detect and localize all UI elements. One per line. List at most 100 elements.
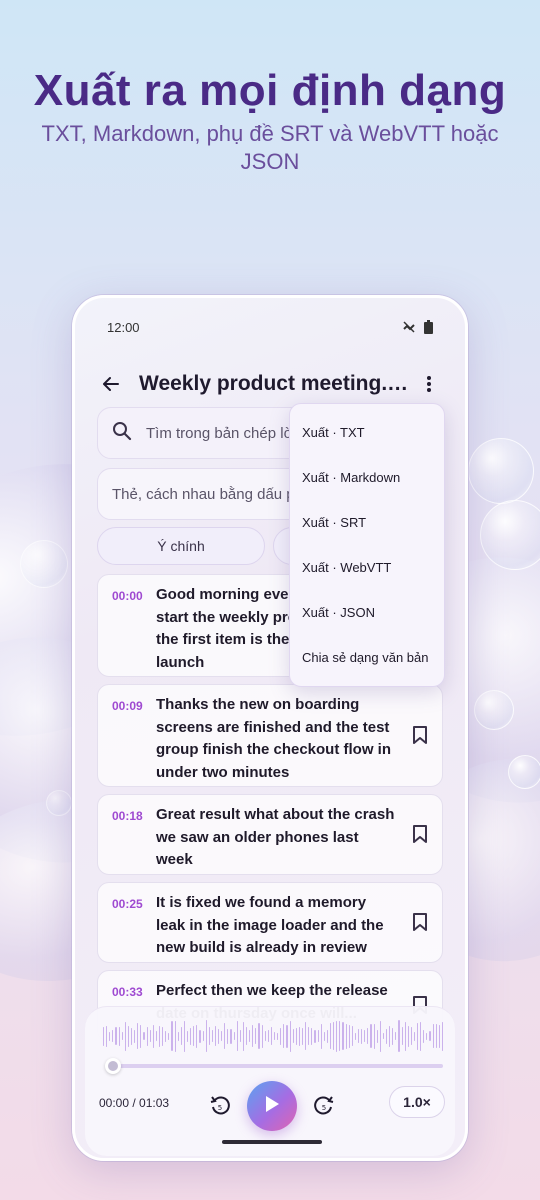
list-item[interactable]: 00:25 It is fixed we found a memory leak…: [97, 882, 443, 963]
home-indicator: [222, 1140, 322, 1144]
waveform-bar: [199, 1029, 201, 1043]
waveform-bar: [308, 1027, 310, 1045]
waveform-bar: [351, 1026, 353, 1046]
segment-timestamp[interactable]: 00:25: [112, 897, 143, 911]
waveform-bar: [283, 1024, 285, 1048]
waveform-bar: [385, 1028, 388, 1044]
chip-key-points[interactable]: Ý chính: [97, 527, 265, 565]
promo-subline: TXT, Markdown, phụ đề SRT và WebVTT hoặc…: [41, 121, 499, 174]
waveform-bar: [214, 1026, 217, 1046]
waveform-bar: [401, 1027, 403, 1045]
waveform[interactable]: [103, 1019, 444, 1053]
arrow-back-icon[interactable]: [97, 370, 125, 398]
waveform-bar: [264, 1031, 266, 1041]
segment-timestamp[interactable]: 00:18: [112, 809, 143, 823]
waveform-bar: [246, 1027, 248, 1045]
list-item[interactable]: 00:09 Thanks the new on boarding screens…: [97, 684, 443, 787]
waveform-bar: [302, 1027, 304, 1045]
waveform-bar: [426, 1032, 428, 1040]
menu-item-export-webvtt[interactable]: Xuất · WebVTT: [290, 545, 444, 590]
waveform-bar: [438, 1024, 440, 1048]
search-icon: [112, 421, 132, 446]
waveform-bar: [370, 1024, 372, 1048]
app-bar: Weekly product meeting.m...: [97, 366, 443, 402]
waveform-bar: [183, 1020, 185, 1052]
waveform-bar: [277, 1032, 279, 1040]
waveform-bar: [196, 1024, 198, 1048]
list-item[interactable]: 00:18 Great result what about the crash …: [97, 794, 443, 875]
waveform-bar: [364, 1030, 366, 1042]
waveform-bar: [320, 1023, 322, 1049]
segment-timestamp[interactable]: 00:33: [112, 985, 143, 999]
waveform-bar: [333, 1022, 335, 1050]
waveform-bar: [115, 1027, 117, 1045]
waveform-bar: [255, 1028, 257, 1044]
waveform-bar: [435, 1024, 437, 1048]
waveform-bar: [339, 1021, 341, 1051]
bookmark-icon[interactable]: [412, 824, 428, 849]
menu-item-export-json[interactable]: Xuất · JSON: [290, 590, 444, 635]
waveform-bar: [193, 1026, 195, 1046]
waveform-bar: [106, 1025, 108, 1047]
forward-5-icon[interactable]: 5: [311, 1093, 337, 1119]
waveform-bar: [249, 1030, 251, 1042]
waveform-bar: [361, 1028, 363, 1044]
waveform-bar: [109, 1031, 111, 1041]
status-time: 12:00: [107, 320, 140, 335]
waveform-bar: [171, 1021, 173, 1051]
waveform-bar: [286, 1024, 288, 1048]
waveform-bar: [382, 1033, 384, 1039]
waveform-bar: [208, 1027, 210, 1045]
menu-item-export-srt[interactable]: Xuất · SRT: [290, 500, 444, 545]
waveform-bar: [118, 1026, 120, 1046]
battery-icon: [424, 320, 433, 337]
segment-text: Great result what about the crash we saw…: [156, 806, 395, 868]
playback-speed-button[interactable]: 1.0×: [389, 1086, 445, 1118]
export-menu: Xuất · TXT Xuất · Markdown Xuất · SRT Xu…: [289, 403, 445, 687]
waveform-bar: [165, 1030, 167, 1042]
waveform-bar: [342, 1022, 344, 1050]
promo-headline: Xuất ra mọi định dạng: [33, 66, 507, 115]
waveform-bar: [186, 1030, 189, 1042]
waveform-bar: [124, 1021, 126, 1051]
phone-frame: 12:00 Weekly product meeting.m... Tìm tr…: [72, 295, 468, 1161]
waveform-bar: [127, 1025, 129, 1047]
menu-item-export-txt[interactable]: Xuất · TXT: [290, 410, 444, 455]
waveform-bar: [389, 1025, 391, 1047]
waveform-bar: [137, 1023, 139, 1049]
waveform-bar: [305, 1022, 307, 1050]
waveform-bar: [155, 1031, 157, 1041]
waveform-bar: [376, 1029, 378, 1043]
waveform-bar: [236, 1021, 238, 1051]
waveform-bar: [218, 1028, 220, 1044]
waveform-bar: [323, 1031, 325, 1041]
waveform-bar: [413, 1031, 416, 1041]
svg-text:5: 5: [218, 1104, 222, 1112]
menu-item-share-text[interactable]: Chia sẻ dạng văn bản: [290, 635, 444, 680]
seek-handle[interactable]: [105, 1058, 121, 1074]
waveform-bar: [420, 1021, 422, 1051]
menu-item-export-markdown[interactable]: Xuất · Markdown: [290, 455, 444, 500]
waveform-bar: [239, 1030, 241, 1042]
waveform-bar: [221, 1031, 223, 1041]
waveform-bar: [261, 1024, 263, 1048]
more-vert-icon[interactable]: [415, 370, 443, 398]
segment-timestamp[interactable]: 00:09: [112, 699, 143, 713]
waveform-bar: [404, 1021, 406, 1051]
waveform-bar: [392, 1027, 394, 1045]
bookmark-icon[interactable]: [412, 912, 428, 937]
waveform-bar: [270, 1027, 273, 1045]
segment-text: Thanks the new on boarding screens are f…: [156, 696, 391, 781]
waveform-bar: [348, 1024, 350, 1048]
seek-bar[interactable]: [113, 1064, 443, 1068]
waveform-bar: [224, 1023, 226, 1049]
audio-player: 00:00 / 01:03 5 5 1.0×: [85, 1006, 455, 1156]
waveform-bar: [314, 1029, 316, 1043]
replay-5-icon[interactable]: 5: [207, 1093, 233, 1119]
waveform-bar: [267, 1030, 269, 1042]
waveform-bar: [158, 1025, 161, 1047]
bookmark-icon[interactable]: [412, 725, 428, 750]
waveform-bar: [121, 1032, 123, 1040]
play-button[interactable]: [247, 1081, 297, 1131]
segment-timestamp[interactable]: 00:00: [112, 589, 143, 603]
